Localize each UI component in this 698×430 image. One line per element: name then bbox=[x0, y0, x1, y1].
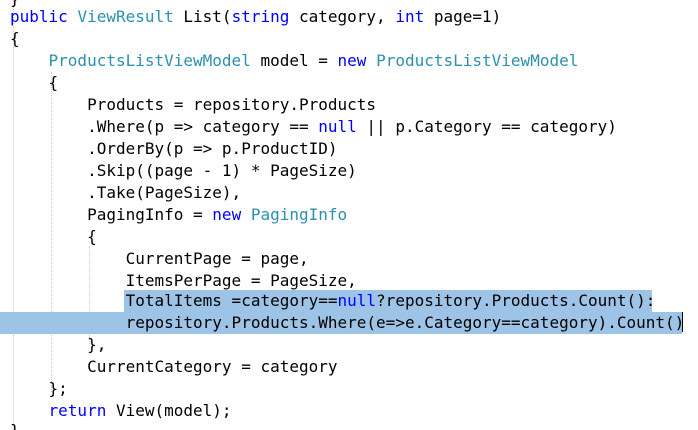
code-line[interactable]: Products = repository.Products bbox=[10, 94, 376, 116]
code-token: ItemsPerPage = PageSize, bbox=[10, 271, 357, 290]
code-token: ?repository.Products.Count(): bbox=[376, 291, 656, 310]
code-token: .Where(p => category == bbox=[10, 117, 319, 136]
code-line[interactable]: CurrentCategory = category bbox=[10, 356, 338, 378]
code-line[interactable]: .OrderBy(p => p.ProductID) bbox=[10, 138, 338, 160]
code-token: }; bbox=[10, 379, 68, 398]
code-token: page=1) bbox=[424, 7, 502, 26]
code-line[interactable]: TotalItems =category==null?repository.Pr… bbox=[10, 290, 656, 312]
code-line[interactable]: }, bbox=[10, 334, 106, 356]
code-token: PagingInfo = bbox=[10, 205, 213, 224]
code-token: TotalItems =category== bbox=[10, 291, 338, 310]
keyword-token: string bbox=[231, 7, 290, 26]
code-token: Products = repository.Products bbox=[10, 95, 377, 114]
code-line[interactable]: } bbox=[10, 420, 20, 430]
code-token: }, bbox=[10, 335, 107, 354]
code-token: model = bbox=[250, 51, 338, 70]
type-token: ViewResult bbox=[77, 7, 174, 26]
keyword-token: null bbox=[318, 117, 357, 136]
code-token: { bbox=[10, 73, 59, 92]
code-token: CurrentPage = page, bbox=[10, 249, 309, 268]
code-line[interactable]: ProductsListViewModel model = new Produc… bbox=[10, 50, 579, 72]
code-line[interactable]: repository.Products.Where(e=>e.Category=… bbox=[10, 312, 685, 334]
code-line[interactable]: .Skip((page - 1) * PageSize) bbox=[10, 160, 357, 182]
keyword-token: public bbox=[10, 7, 78, 26]
keyword-token: new bbox=[337, 51, 377, 70]
code-line[interactable]: public ViewResult List(string category, … bbox=[10, 6, 501, 28]
code-token: .Take(PageSize), bbox=[10, 183, 242, 202]
code-token: category, bbox=[289, 7, 396, 26]
keyword-token: int bbox=[395, 7, 425, 26]
code-line[interactable]: ItemsPerPage = PageSize, bbox=[10, 270, 357, 292]
code-token: .Skip((page - 1) * PageSize) bbox=[10, 161, 357, 180]
code-line[interactable]: return View(model); bbox=[10, 400, 232, 422]
code-token: { bbox=[10, 29, 20, 48]
code-token: View(model); bbox=[106, 401, 232, 420]
code-line[interactable]: .Take(PageSize), bbox=[10, 182, 241, 204]
code-token: } bbox=[10, 421, 20, 430]
text-caret bbox=[682, 312, 683, 332]
code-line[interactable]: PagingInfo = new PagingInfo bbox=[10, 204, 347, 226]
code-line[interactable]: { bbox=[10, 226, 97, 248]
code-line[interactable]: { bbox=[10, 72, 59, 94]
keyword-token: null bbox=[337, 291, 377, 310]
type-token: PagingInfo bbox=[250, 205, 348, 224]
code-token: { bbox=[10, 227, 97, 246]
code-token: repository.Products.Where(e=>e.Category=… bbox=[10, 313, 685, 332]
code-line[interactable]: { bbox=[10, 28, 20, 50]
type-token: ProductsListViewModel bbox=[48, 51, 251, 70]
code-token: || p.Category == category) bbox=[356, 117, 617, 136]
code-line[interactable]: }; bbox=[10, 378, 68, 400]
keyword-token: return bbox=[48, 401, 107, 420]
keyword-token: new bbox=[212, 205, 251, 224]
code-line[interactable]: CurrentPage = page, bbox=[10, 248, 309, 270]
code-token: .OrderBy(p => p.ProductID) bbox=[10, 139, 338, 158]
code-token: CurrentCategory = category bbox=[10, 357, 338, 376]
code-line[interactable]: .Where(p => category == null || p.Catego… bbox=[10, 116, 617, 138]
code-editor[interactable]: } public ViewResult List(string category,… bbox=[0, 0, 698, 430]
type-token: ProductsListViewModel bbox=[376, 51, 579, 70]
code-token: List( bbox=[173, 7, 232, 26]
